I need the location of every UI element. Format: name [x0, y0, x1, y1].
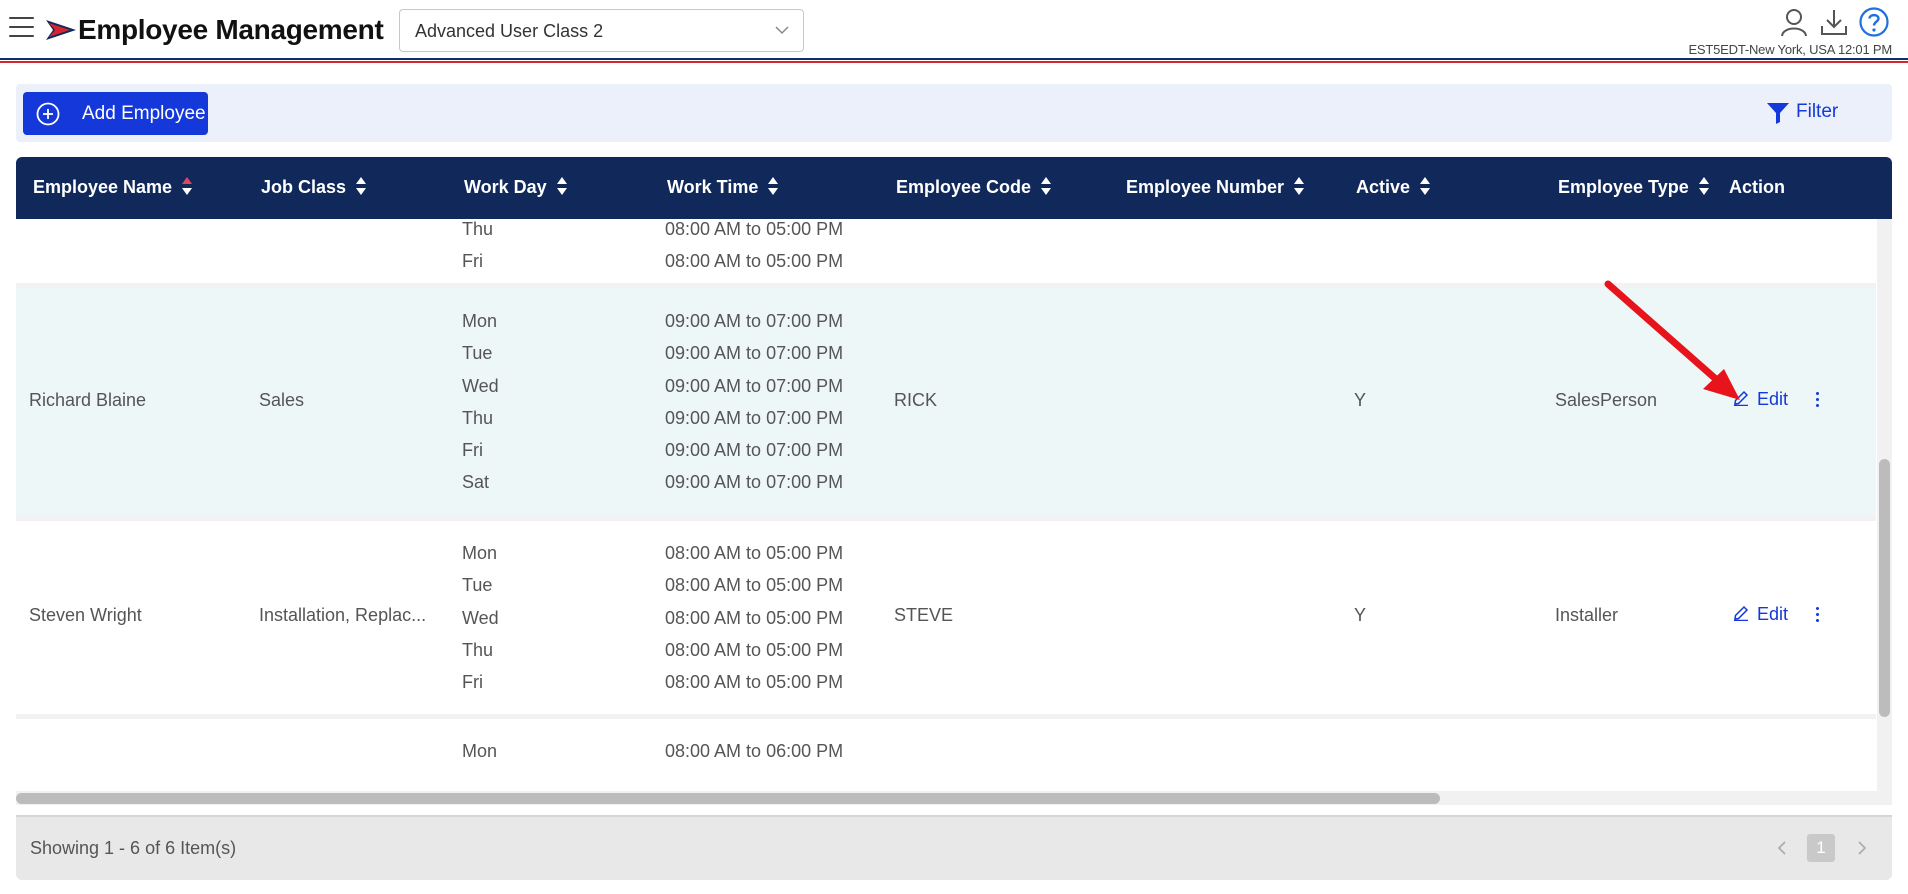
active-cell: Y — [1354, 605, 1367, 625]
add-employee-button[interactable]: Add Employee — [23, 92, 208, 135]
chevron-down-icon — [775, 26, 789, 35]
page-title: Employee Management — [78, 14, 384, 45]
sort-icon — [1420, 177, 1431, 196]
filter-icon — [1767, 103, 1789, 124]
col-header-action: Action — [1729, 177, 1785, 197]
employee-name-cell: Richard Blaine — [29, 390, 147, 410]
sort-icon — [556, 177, 567, 196]
grid-body: Thu Fri 08:00 AM to 05:00 PM 08:00 AM to… — [16, 219, 1876, 791]
pencil-icon — [1734, 606, 1749, 622]
sort-icon — [1041, 177, 1052, 196]
logo-icon — [46, 20, 76, 40]
employee-type-cell: Installer — [1555, 605, 1619, 625]
user-icon[interactable] — [1778, 6, 1810, 38]
work-day-cell: Mon Tue Wed Thu Fri — [462, 543, 499, 693]
col-header-work-day[interactable]: Work Day — [464, 177, 567, 198]
work-day-cell: Thu Fri — [462, 219, 494, 272]
pager: Showing 1 - 6 of 6 Item(s) 1 — [16, 815, 1892, 880]
filter-label: Filter — [1796, 101, 1839, 122]
col-header-employee-code[interactable]: Employee Code — [896, 177, 1052, 198]
horizontal-scrollbar-thumb[interactable] — [16, 793, 1440, 804]
sort-icon — [1294, 177, 1305, 196]
table-row[interactable]: Thu Fri 08:00 AM to 05:00 PM 08:00 AM to… — [16, 219, 1876, 283]
active-cell: Y — [1354, 390, 1367, 410]
timezone-clock: EST5EDT-New York, USA 12:01 PM — [1688, 42, 1892, 57]
add-circle-icon — [36, 102, 60, 126]
add-employee-label: Add Employee — [82, 103, 206, 124]
col-header-employee-type[interactable]: Employee Type — [1558, 177, 1709, 198]
download-icon[interactable] — [1818, 6, 1850, 38]
job-class-cell: Sales — [259, 390, 305, 410]
edit-button[interactable]: Edit — [1733, 604, 1788, 625]
col-header-employee-name[interactable]: Employee Name — [33, 177, 193, 198]
header-stripe-navy — [0, 58, 1908, 60]
more-options-icon[interactable] — [1811, 390, 1823, 410]
col-header-work-time[interactable]: Work Time — [667, 177, 779, 198]
sort-icon — [1698, 177, 1709, 196]
work-day-cell: Mon — [462, 741, 498, 761]
pencil-icon — [1734, 391, 1749, 407]
header-stripe-red — [0, 61, 1908, 63]
employee-grid: Employee Name Job Class Work Day Work Ti… — [16, 157, 1892, 880]
col-header-active[interactable]: Active — [1356, 177, 1431, 198]
vertical-scrollbar[interactable] — [1877, 219, 1892, 791]
chevron-right-icon[interactable] — [1855, 840, 1869, 856]
more-options-icon[interactable] — [1811, 605, 1823, 625]
sort-icon — [356, 177, 367, 196]
grid-header: Employee Name Job Class Work Day Work Ti… — [16, 157, 1892, 219]
filter-button[interactable]: Filter — [1766, 99, 1870, 127]
top-bar: Employee Management Advanced User Class … — [0, 0, 1908, 62]
sort-icon — [768, 177, 779, 196]
work-time-cell: 08:00 AM to 05:00 PM 08:00 AM to 05:00 P… — [665, 219, 844, 272]
job-class-cell: Installation, Replac... — [259, 605, 427, 625]
work-day-cell: Mon Tue Wed Thu Fri Sat — [462, 311, 499, 493]
col-header-job-class[interactable]: Job Class — [261, 177, 367, 198]
user-class-select[interactable]: Advanced User Class 2 — [399, 9, 804, 52]
user-class-value: Advanced User Class 2 — [415, 21, 604, 41]
table-row[interactable]: Richard Blaine Sales Mon Tue Wed Thu Fri… — [16, 288, 1876, 516]
help-icon[interactable] — [1858, 6, 1890, 38]
menu-icon[interactable] — [9, 17, 34, 39]
employee-code-cell: STEVE — [894, 605, 954, 625]
table-row[interactable]: Steven Wright Installation, Replac... Mo… — [16, 521, 1876, 714]
employee-name-cell: Steven Wright — [29, 605, 142, 625]
work-time-cell: 08:00 AM to 05:00 PM 08:00 AM to 05:00 P… — [665, 543, 844, 693]
work-time-cell: 09:00 AM to 07:00 PM 09:00 AM to 07:00 P… — [665, 311, 844, 493]
horizontal-scrollbar[interactable] — [16, 791, 1892, 805]
work-time-cell: 08:00 AM to 06:00 PM — [665, 741, 844, 761]
employee-code-cell: RICK — [894, 390, 938, 410]
sort-icon — [182, 177, 193, 196]
page-number-button[interactable]: 1 — [1807, 834, 1835, 862]
edit-button[interactable]: Edit — [1733, 389, 1788, 410]
grid-toolbar: Add Employee Filter — [16, 84, 1892, 142]
chevron-left-icon[interactable] — [1775, 840, 1789, 856]
pager-info: Showing 1 - 6 of 6 Item(s) — [30, 838, 237, 858]
employee-type-cell: SalesPerson — [1555, 390, 1658, 410]
vertical-scrollbar-thumb[interactable] — [1879, 459, 1890, 717]
table-row[interactable]: Mon 08:00 AM to 06:00 PM — [16, 719, 1876, 791]
col-header-employee-number[interactable]: Employee Number — [1126, 177, 1305, 198]
